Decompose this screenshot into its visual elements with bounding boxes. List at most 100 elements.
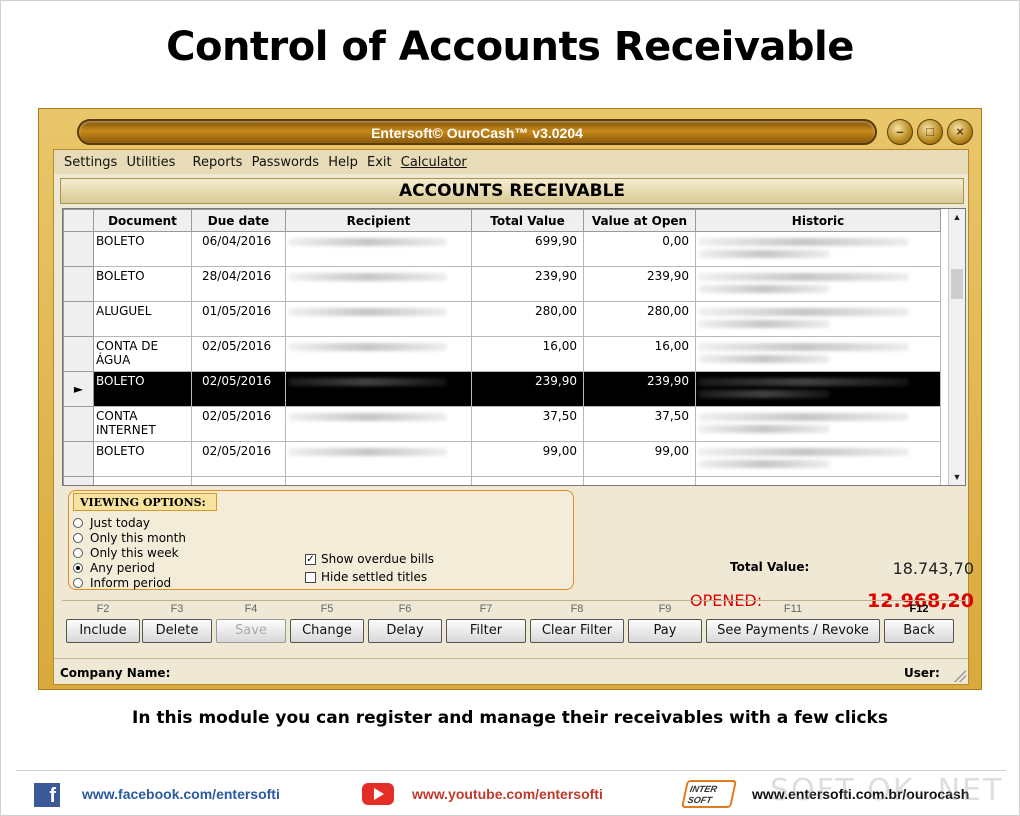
cell-due-date: 02/05/2016 [191,406,286,442]
checkbox-label: Hide settled titles [321,570,428,584]
save-button[interactable]: Save [216,619,286,643]
cell-document: BOLETO [93,266,192,302]
fkey-label: F6 [398,603,412,615]
checkbox-option[interactable]: ✓ Show overdue bills [305,551,434,567]
close-button[interactable]: × [947,119,973,145]
facebook-icon[interactable]: f [34,783,60,807]
fkey-label: F3 [170,603,184,615]
clear-filter-button[interactable]: Clear Filter [530,619,624,643]
delete-button[interactable]: Delete [142,619,212,643]
minimize-button[interactable]: – [887,119,913,145]
youtube-link[interactable]: www.youtube.com/entersofti [412,786,603,802]
cell-due-date [191,476,286,485]
scroll-thumb[interactable] [951,269,963,299]
header-document[interactable]: Document [93,209,192,232]
radio-option[interactable]: Just today [73,515,150,530]
cell-recipient [285,301,472,337]
checkbox-option[interactable]: Hide settled titles [305,569,427,585]
title-bar: Entersoft© OuroCash™ v3.0204 – □ × [47,115,975,149]
maximize-button[interactable]: □ [917,119,943,145]
table-row[interactable]: ALUGUEL 01/05/2016 280,00 280,00 [63,301,941,337]
menu-settings[interactable]: Settings [64,155,117,170]
cell-historic [695,406,941,442]
delay-button[interactable]: Delay [368,619,442,643]
change-button[interactable]: Change [290,619,364,643]
radio-option[interactable]: Only this month [73,530,186,545]
function-bar: F2 Include F3 Delete F4 Save F5 Change F6 Delay F7… [62,600,966,648]
row-indicator [63,266,94,302]
header-due-date[interactable]: Due date [191,209,286,232]
table-row[interactable]: BOLETO 06/04/2016 699,90 0,00 [63,231,941,267]
cell-historic [695,301,941,337]
cell-document: CONTA DE ÁGUA [93,336,192,372]
cell-total-value: 239,90 [471,371,584,407]
total-value: 18.743,70 [892,559,974,578]
receivables-grid[interactable]: Document Due date Recipient Total Value … [62,208,966,486]
row-pointer-icon: ► [73,382,84,396]
cell-value-at-open: 16,00 [583,336,696,372]
scroll-down-icon[interactable]: ▼ [949,469,965,485]
menu-exit[interactable]: Exit [367,155,392,170]
table-row[interactable] [63,476,941,485]
menu-passwords[interactable]: Passwords [252,155,320,170]
menu-utilities[interactable]: Utilities [126,155,175,170]
table-row[interactable]: CONTA INTERNET 02/05/2016 37,50 37,50 [63,406,941,442]
table-row[interactable]: BOLETO 02/05/2016 99,00 99,00 [63,441,941,477]
menu-bar: Settings Utilities Reports Passwords Hel… [54,150,968,174]
checkbox[interactable] [305,571,316,583]
pay-button[interactable]: Pay [628,619,702,643]
cell-total-value: 239,90 [471,266,584,302]
radio-option[interactable]: Inform period [73,575,171,590]
header-total-value[interactable]: Total Value [471,209,584,232]
table-row[interactable]: CONTA DE ÁGUA 02/05/2016 16,00 16,00 [63,336,941,372]
cell-document: BOLETO [93,371,192,407]
cell-value-at-open: 0,00 [583,231,696,267]
cell-due-date: 28/04/2016 [191,266,286,302]
header-recipient[interactable]: Recipient [285,209,472,232]
cell-value-at-open: 239,90 [583,266,696,302]
viewing-options-group: VIEWING OPTIONS: Just today Only this mon… [68,490,574,590]
resize-grip-icon[interactable] [954,670,966,682]
menu-help[interactable]: Help [328,155,358,170]
radio-option[interactable]: Only this week [73,545,179,560]
radio-button[interactable] [73,532,83,543]
cell-recipient [285,266,472,302]
see-payments-revoke-button[interactable]: See Payments / Revoke [706,619,880,643]
filter-button[interactable]: Filter [446,619,526,643]
cell-historic [695,476,941,485]
cell-due-date: 01/05/2016 [191,301,286,337]
cell-due-date: 02/05/2016 [191,441,286,477]
include-button[interactable]: Include [66,619,140,643]
header-value-at-open[interactable]: Value at Open [583,209,696,232]
cell-value-at-open: 37,50 [583,406,696,442]
back-button[interactable]: Back [884,619,954,643]
radio-button[interactable] [73,547,83,558]
cell-due-date: 02/05/2016 [191,371,286,407]
scroll-up-icon[interactable]: ▲ [949,209,965,225]
cell-total-value [471,476,584,485]
radio-button[interactable] [73,577,83,588]
radio-label: Just today [90,515,151,530]
row-indicator [63,301,94,337]
table-row[interactable]: BOLETO 28/04/2016 239,90 239,90 [63,266,941,302]
fkey-label: F4 [244,603,258,615]
radio-button[interactable] [73,517,83,528]
section-title: ACCOUNTS RECEIVABLE [60,178,964,204]
cell-recipient [285,441,472,477]
facebook-link[interactable]: www.facebook.com/entersofti [82,786,280,802]
vertical-scrollbar[interactable]: ▲ ▼ [948,209,965,485]
page-title: Control of Accounts Receivable [166,24,854,70]
radio-button[interactable] [73,562,83,573]
fkey-label: F8 [570,603,584,615]
table-row[interactable]: ► BOLETO 02/05/2016 239,90 239,90 [63,371,941,407]
menu-reports[interactable]: Reports [193,155,243,170]
radio-option[interactable]: Any period [73,560,155,575]
row-indicator [63,231,94,267]
fkey-label: F7 [479,603,493,615]
user-label: User: [904,666,940,680]
youtube-icon[interactable] [362,783,394,805]
checkbox[interactable]: ✓ [305,553,316,565]
menu-calculator[interactable]: Calculator [401,155,467,170]
title-pill[interactable]: Entersoft© OuroCash™ v3.0204 [77,119,877,145]
header-historic[interactable]: Historic [695,209,941,232]
